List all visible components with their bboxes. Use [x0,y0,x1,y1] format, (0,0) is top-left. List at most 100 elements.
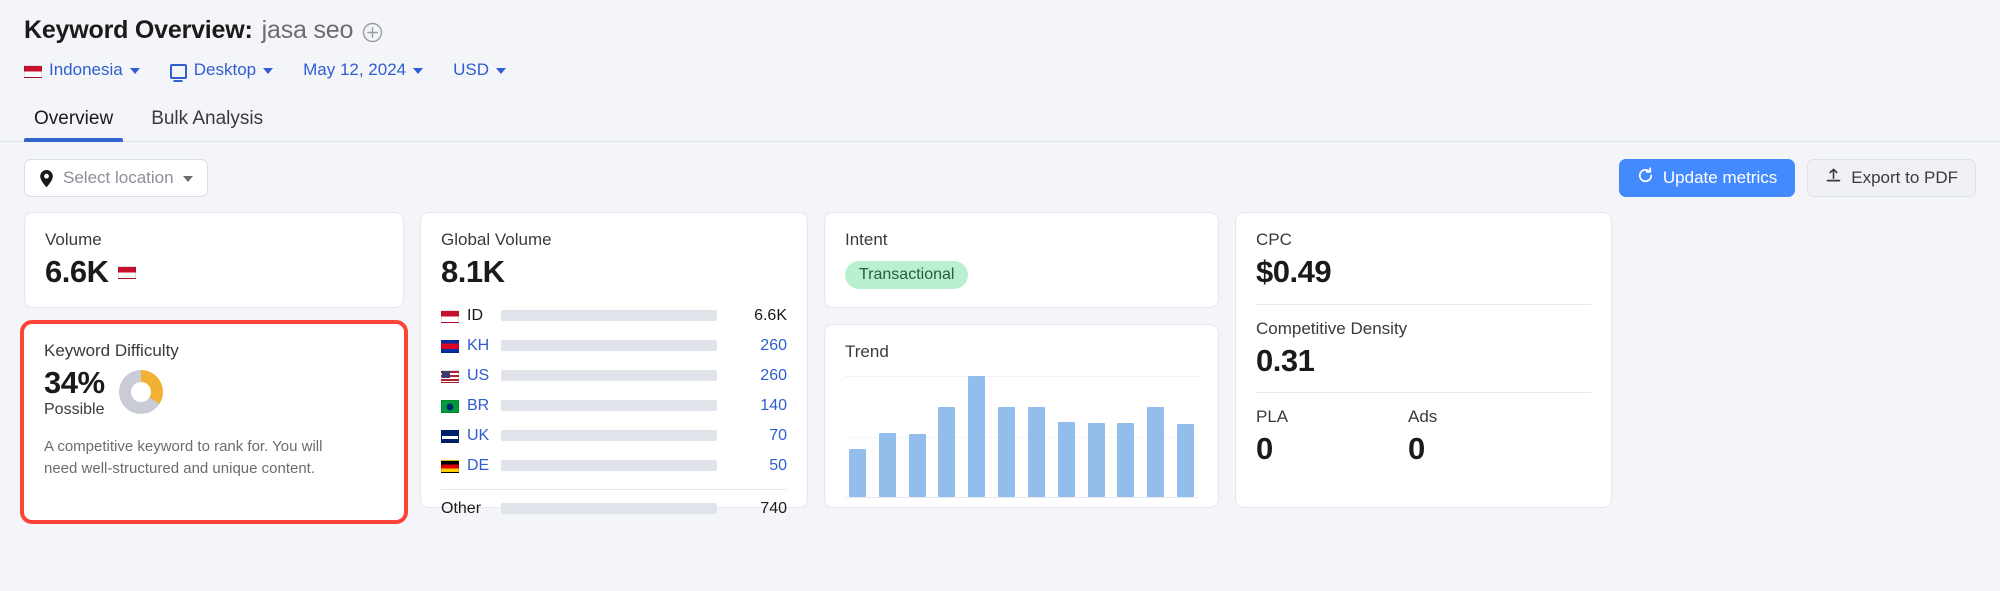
keyword-difficulty-wrapper: Keyword Difficulty 34% Possible A compet… [20,320,408,524]
global-volume-card: Global Volume 8.1K ID 6.6K KH 260 US 260 BR 140… [420,212,808,517]
cpc-card: CPC $0.49 Competitive Density 0.31 PLA 0… [1235,212,1612,508]
trend-bar[interactable] [1117,423,1135,497]
monitor-icon [169,63,187,79]
select-location-dropdown[interactable]: Select location [24,159,208,197]
trend-bar[interactable] [1176,424,1194,497]
chevron-down-icon [413,68,424,74]
export-to-pdf-button[interactable]: Export to PDF [1807,159,1976,197]
divider [441,488,787,490]
cpc-value: $0.49 [1256,254,1332,289]
map-pin-icon [39,169,54,188]
global-volume-other-row: Other 740 [441,494,787,524]
country-code-label: ID [467,306,483,324]
country-code: KH [441,337,497,355]
update-metrics-button[interactable]: Update metrics [1618,159,1796,197]
trend-bar[interactable] [1147,407,1165,497]
flag-id-icon [441,310,459,324]
volume-card: Volume 6.6K [24,212,404,308]
tab-overview[interactable]: Overview [24,108,124,142]
trend-bar-chart [845,376,1198,498]
refresh-icon [1637,167,1654,189]
plus-circle-icon[interactable] [362,22,383,43]
country-volume-value: 50 [769,456,787,474]
global-volume-row[interactable]: UK 70 [441,421,787,451]
divider [1256,303,1591,305]
country-code-label: DE [467,456,490,474]
global-volume-label: Global Volume [441,230,552,249]
flag-kh-icon [441,340,459,354]
global-volume-column: Global Volume 8.1K ID 6.6K KH 260 US 260 BR 140… [420,212,808,517]
flag-indonesia-icon [24,64,42,78]
country-code: BR [441,397,497,415]
currency-filter[interactable]: USD [453,60,536,80]
upload-icon [1825,167,1842,189]
divider [1256,392,1591,394]
trend-bar[interactable] [908,434,926,497]
global-volume-row[interactable]: DE 50 [441,451,787,481]
keyword-difficulty-card: Keyword Difficulty 34% Possible A compet… [24,324,404,520]
chevron-down-icon [496,68,507,74]
flag-indonesia-icon [118,266,137,280]
pla-section: PLA 0 [1256,407,1408,467]
country-code: US [441,367,497,385]
country-volume-bar [501,340,717,352]
cpc-column: CPC $0.49 Competitive Density 0.31 PLA 0… [1235,212,1612,508]
country-code-label: US [467,366,490,384]
global-volume-row[interactable]: KH 260 [441,331,787,361]
tab-bulk-analysis[interactable]: Bulk Analysis [141,108,273,141]
global-volume-row[interactable]: ID 6.6K [441,301,787,331]
toolbar-actions: Update metrics Export to PDF [1618,159,1976,197]
intent-label: Intent [845,230,888,249]
competitive-density-value: 0.31 [1256,342,1315,378]
trend-bar[interactable] [1027,407,1045,497]
title-row: Keyword Overview: jasa seo [24,14,1976,46]
trend-bar[interactable] [878,432,896,497]
device-filter[interactable]: Desktop [169,60,303,80]
date-filter[interactable]: May 12, 2024 [303,60,453,80]
currency-filter-label: USD [453,60,490,79]
other-volume-bar [501,503,717,515]
volume-column: Volume 6.6K Keyword Difficulty 34% Possi… [20,212,408,524]
trend-bar[interactable] [968,376,986,497]
global-volume-row[interactable]: US 260 [441,361,787,391]
tab-bar: Overview Bulk Analysis [0,102,2000,142]
pla-label: PLA [1256,407,1289,427]
volume-value: 6.6K [45,254,109,289]
trend-bar[interactable] [938,407,956,497]
keyword-difficulty-description: A competitive keyword to rank for. You w… [44,438,323,477]
page-title-keyword: jasa seo [261,15,354,44]
country-volume-value: 6.6K [754,306,787,324]
global-volume-value: 8.1K [441,254,505,289]
filter-row: Indonesia Desktop May 12, 2024 USD [24,52,1976,88]
keyword-overview-page: Keyword Overview: jasa seo Indonesia Des… [0,0,2000,591]
flag-uk-icon [441,430,459,444]
date-filter-label: May 12, 2024 [303,60,407,79]
competitive-density-section: Competitive Density 0.31 [1256,319,1591,393]
country-volume-value: 260 [760,336,787,354]
page-title: Keyword Overview: [24,15,253,44]
trend-bar[interactable] [1087,423,1105,497]
country-code: UK [441,427,497,445]
pla-ads-row: PLA 0 Ads 0 [1256,407,1591,467]
trend-bar[interactable] [849,448,866,497]
ads-label: Ads [1408,407,1438,427]
competitive-density-label: Competitive Density [1256,318,1408,338]
trend-bar[interactable] [1057,421,1075,497]
country-filter[interactable]: Indonesia [24,60,170,80]
intent-card: Intent Transactional [824,212,1219,308]
flag-us-icon [441,370,459,384]
volume-value-row: 6.6K [45,254,383,290]
intent-trend-column: Intent Transactional Trend [824,212,1219,508]
country-code-label: BR [467,396,490,414]
page-header: Keyword Overview: jasa seo Indonesia Des… [0,0,2000,88]
trend-card: Trend [824,324,1219,508]
global-volume-row[interactable]: BR 140 [441,391,787,421]
other-label: Other [441,499,482,517]
country-volume-bar [501,460,717,472]
pla-value: 0 [1256,431,1273,467]
country-volume-value: 140 [760,396,787,414]
trend-bar[interactable] [998,407,1016,497]
chevron-down-icon [129,68,140,74]
device-filter-label: Desktop [193,60,257,79]
ads-section: Ads 0 [1408,407,1560,467]
